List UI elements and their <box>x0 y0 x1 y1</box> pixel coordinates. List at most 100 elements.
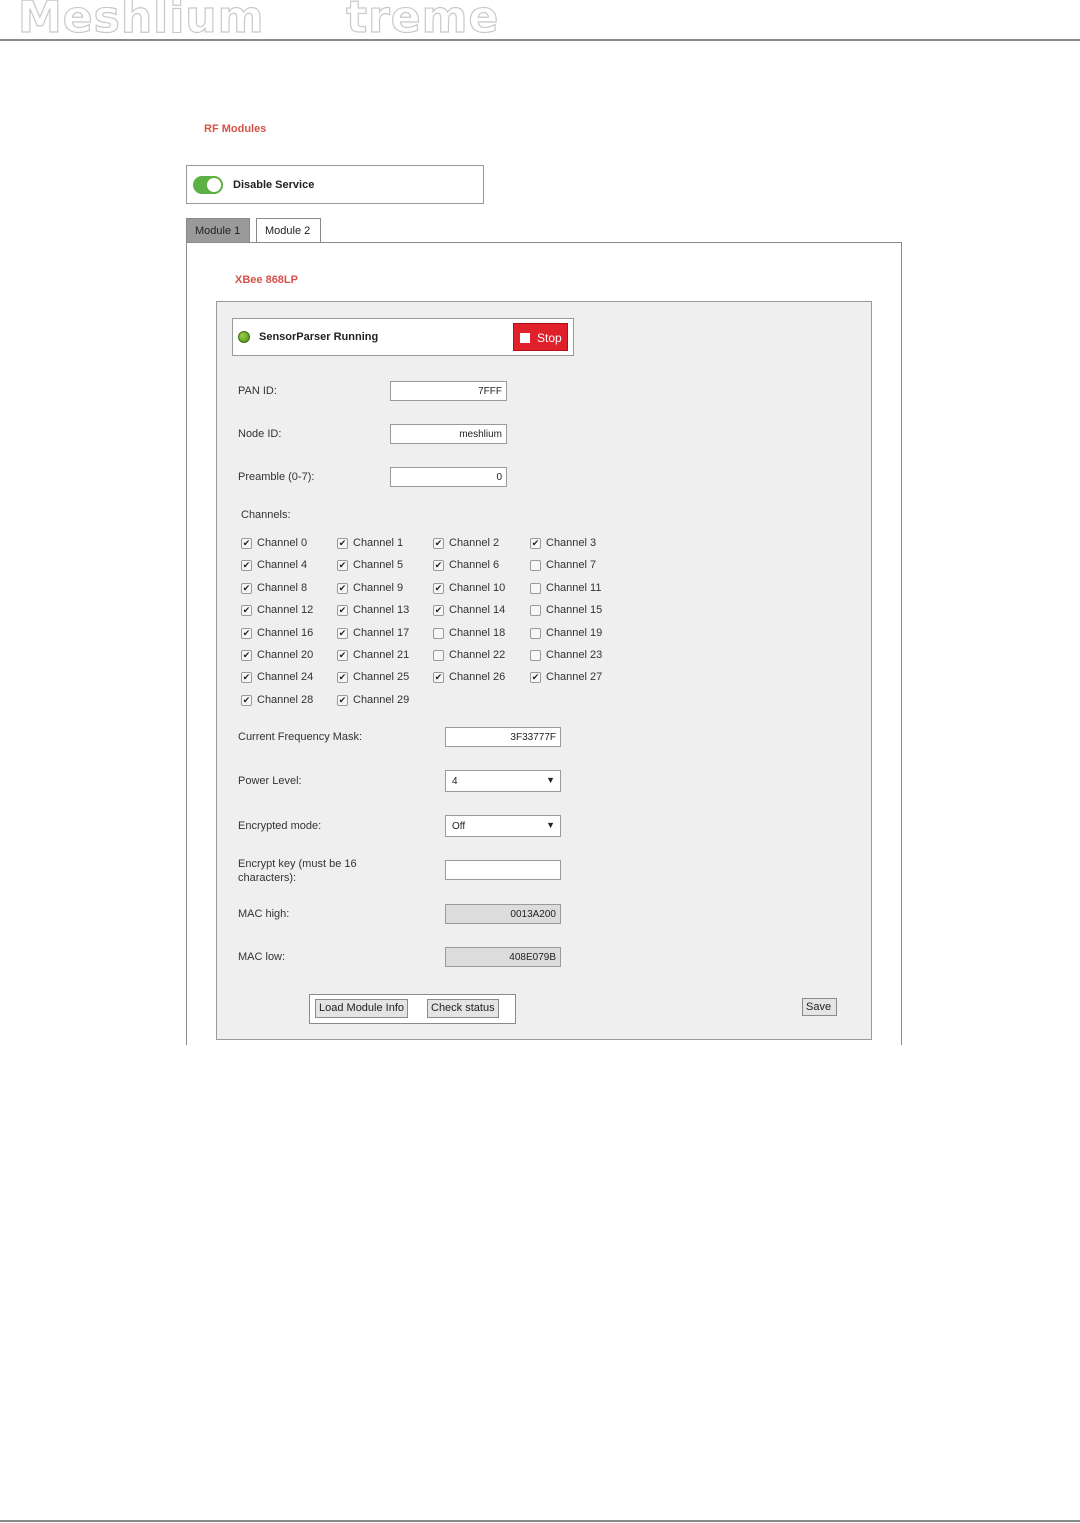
channel-checkbox[interactable] <box>530 560 541 572</box>
status-label: SensorParser Running <box>259 331 379 343</box>
stop-button-label: Stop <box>537 331 562 345</box>
channel-checkbox[interactable] <box>433 672 444 684</box>
channel-checkbox[interactable] <box>433 538 444 549</box>
channel-checkbox[interactable] <box>241 582 252 594</box>
channel-label: Channel 24 <box>257 671 314 684</box>
stop-icon <box>520 333 530 343</box>
encrypt-key-input[interactable] <box>445 860 561 880</box>
channel-checkbox[interactable] <box>241 694 252 706</box>
channel-checkbox[interactable] <box>337 605 348 617</box>
pan-id-input[interactable]: 7FFF <box>390 381 507 401</box>
channel-label: Channel 20 <box>257 649 314 661</box>
encrypt-key-label: Encrypt key (must be 16 characters): <box>238 858 357 884</box>
save-button[interactable]: Save <box>802 998 837 1016</box>
channel-label: Channel 27 <box>546 671 603 684</box>
channel-label: Channel 0 <box>257 537 308 549</box>
channel-checkbox[interactable] <box>433 560 444 572</box>
channel-label: Channel 21 <box>353 649 410 661</box>
dropdown-arrow-icon: ▼ <box>546 775 555 785</box>
channels-label: Channels: <box>241 509 291 521</box>
channel-checkbox[interactable] <box>241 560 252 572</box>
channel-checkbox[interactable] <box>433 605 444 617</box>
channel-checkbox[interactable] <box>530 672 541 684</box>
tab-module-2[interactable]: Module 2 <box>256 218 321 243</box>
section-title: RF Modules <box>204 123 267 135</box>
channel-checkbox[interactable] <box>241 672 252 684</box>
channel-checkbox[interactable] <box>530 650 541 661</box>
channel-checkbox[interactable] <box>530 605 541 617</box>
channel-label: Channel 23 <box>546 649 603 661</box>
encrypted-mode-value: Off <box>452 821 466 832</box>
node-id-input[interactable]: meshlium <box>390 424 507 444</box>
channel-label: Channel 10 <box>449 581 506 594</box>
service-toggle-switch[interactable] <box>193 176 223 194</box>
channel-checkbox[interactable] <box>241 605 252 617</box>
dropdown-arrow-icon: ▼ <box>546 820 555 830</box>
channel-label: Channel 11 <box>546 581 602 594</box>
encrypted-mode-label: Encrypted mode: <box>238 820 322 832</box>
node-id-label: Node ID: <box>238 428 282 440</box>
channel-label: Channel 22 <box>449 649 506 661</box>
channel-checkbox[interactable] <box>241 627 252 639</box>
channel-checkbox[interactable] <box>433 650 444 661</box>
channel-label: Channel 6 <box>449 559 500 572</box>
channel-label: Channel 4 <box>257 559 308 572</box>
status-led-icon <box>238 331 250 343</box>
channel-label: Channel 1 <box>353 537 404 549</box>
channel-label: Channel 26 <box>449 671 506 684</box>
channel-label: Channel 5 <box>353 559 404 572</box>
channel-checkbox[interactable] <box>337 650 348 661</box>
service-toggle-label: Disable Service <box>233 179 315 191</box>
mac-low-label: MAC low: <box>238 951 286 963</box>
channel-checkbox[interactable] <box>337 538 348 549</box>
module-settings-panel <box>216 301 872 1040</box>
channel-label: Channel 14 <box>449 604 506 617</box>
stop-button[interactable]: Stop <box>513 323 568 351</box>
mac-high-field: 0013A200 <box>445 904 561 924</box>
channel-checkbox[interactable] <box>433 582 444 594</box>
channel-checkbox[interactable] <box>241 650 252 661</box>
channel-label: Channel 18 <box>449 626 506 639</box>
freq-mask-label: Current Frequency Mask: <box>238 731 363 743</box>
channel-label: Channel 17 <box>353 626 410 639</box>
parser-status-box: SensorParser Running Stop <box>232 318 574 356</box>
channel-checkbox[interactable] <box>337 627 348 639</box>
check-status-button[interactable]: Check status <box>427 999 499 1018</box>
module-title: XBee 868LP <box>235 274 298 286</box>
channel-checkbox[interactable] <box>530 582 541 594</box>
channel-label: Channel 15 <box>546 604 603 617</box>
encrypted-mode-select[interactable]: Off ▼ <box>445 815 561 837</box>
channel-checkbox[interactable] <box>530 627 541 639</box>
pan-id-label: PAN ID: <box>238 385 277 397</box>
header-divider <box>0 39 1080 41</box>
channel-label: Channel 3 <box>546 537 597 549</box>
channel-checkbox[interactable] <box>337 672 348 684</box>
channel-label: Channel 28 <box>257 693 314 706</box>
channel-label: Channel 2 <box>449 537 500 549</box>
module-action-group: Load Module Info Check status <box>309 994 516 1024</box>
channel-checkbox[interactable] <box>241 538 252 549</box>
service-toggle-panel: Disable Service <box>186 165 484 204</box>
channel-label: Channel 8 <box>257 581 308 594</box>
brand-logo: Meshlium treme <box>17 0 500 44</box>
mac-low-field: 408E079B <box>445 947 561 967</box>
channel-checkbox[interactable] <box>337 582 348 594</box>
freq-mask-input[interactable]: 3F33777F <box>445 727 561 747</box>
power-level-label: Power Level: <box>238 775 302 787</box>
mac-high-label: MAC high: <box>238 908 290 920</box>
channel-label: Channel 9 <box>353 581 404 594</box>
channel-checkbox[interactable] <box>337 560 348 572</box>
power-level-value: 4 <box>452 776 458 787</box>
channel-checkbox[interactable] <box>433 627 444 639</box>
channel-checkbox[interactable] <box>530 538 541 549</box>
footer-divider <box>0 1520 1080 1522</box>
channel-label: Channel 13 <box>353 604 410 617</box>
channel-checkbox[interactable] <box>337 694 348 706</box>
channel-label: Channel 29 <box>353 693 410 706</box>
channel-label: Channel 12 <box>257 604 314 617</box>
tab-module-1[interactable]: Module 1 <box>186 218 250 243</box>
load-module-info-button[interactable]: Load Module Info <box>315 999 409 1018</box>
toggle-knob <box>207 178 221 192</box>
preamble-input[interactable]: 0 <box>390 467 507 487</box>
power-level-select[interactable]: 4 ▼ <box>445 770 561 792</box>
